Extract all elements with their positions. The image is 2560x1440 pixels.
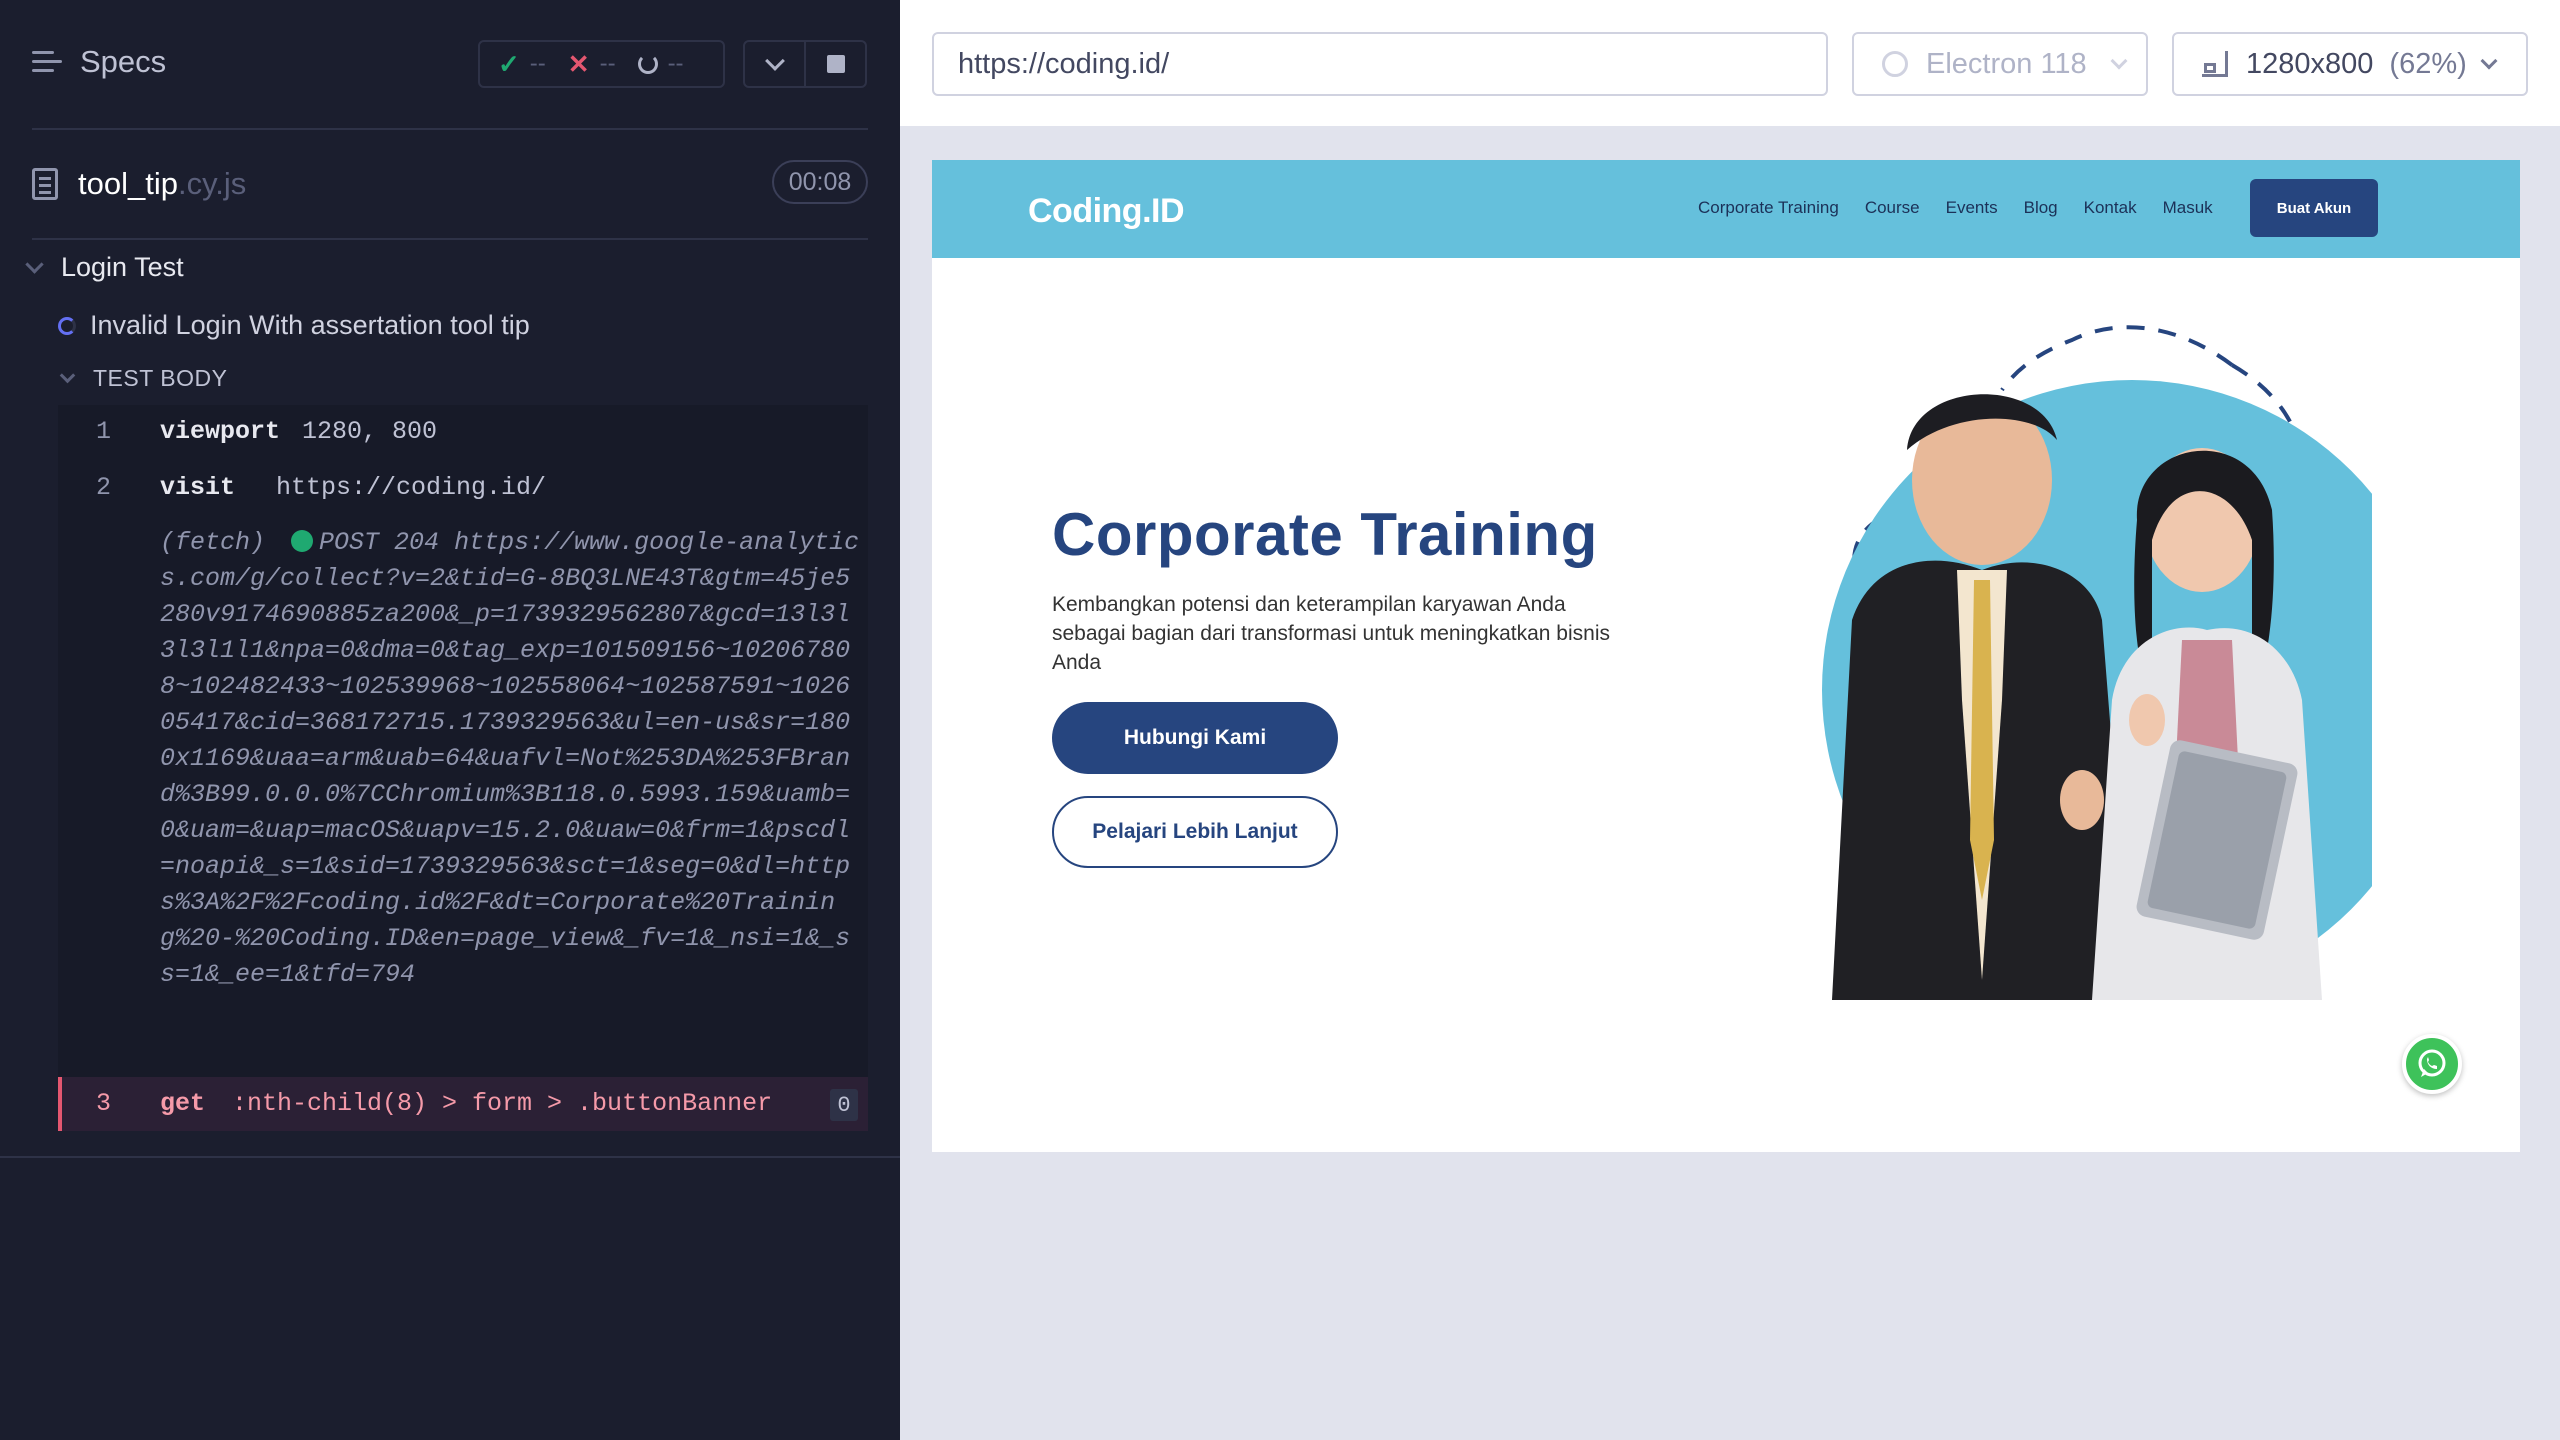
spec-duration: 00:08	[772, 160, 868, 204]
test-stats: ✓ -- ✕ -- --	[478, 40, 725, 88]
command-row[interactable]: 2 visit https://coding.id/	[58, 473, 868, 509]
chevron-down-icon	[59, 367, 76, 384]
stop-button[interactable]	[804, 42, 865, 86]
electron-icon	[1882, 51, 1908, 77]
test-body-toggle[interactable]: TEST BODY	[59, 365, 228, 392]
site-menu: Corporate Training Course Events Blog Ko…	[1698, 198, 2213, 218]
whatsapp-button[interactable]	[2402, 1034, 2462, 1094]
command-name: viewport	[160, 417, 281, 446]
command-arg: :nth-child(8) > form > .buttonBanner	[232, 1089, 773, 1118]
viewport-scale: (62%)	[2389, 47, 2467, 80]
site-logo[interactable]: Coding.ID	[1028, 192, 1185, 231]
viewport-icon	[2200, 49, 2230, 79]
command-log: 1 viewport 1280, 800 2 visit https://cod…	[58, 405, 868, 1131]
test-title-row[interactable]: Invalid Login With assertation tool tip	[58, 310, 530, 341]
passed-stat: ✓ --	[498, 48, 546, 79]
browser-label: Electron 118	[1926, 47, 2087, 80]
spinner-icon	[637, 54, 658, 74]
test-body-label: TEST BODY	[93, 365, 228, 391]
aut-toolbar: https://coding.id/ Electron 118 1280x800…	[900, 0, 2560, 128]
test-title: Invalid Login With assertation tool tip	[90, 310, 530, 340]
suite-title: Login Test	[61, 252, 184, 282]
file-icon	[32, 168, 58, 200]
command-row-active[interactable]: 3 get :nth-child(8) > form > .buttonBann…	[58, 1077, 868, 1131]
menu-item-masuk[interactable]: Masuk	[2163, 198, 2213, 218]
chevron-down-icon	[2110, 52, 2128, 70]
chevron-down-icon	[2480, 52, 2498, 70]
specs-icon	[32, 49, 62, 75]
fetch-log-entry[interactable]: (fetch) POST 204 https://www.google-analy…	[160, 525, 860, 993]
chevron-down-icon	[25, 255, 44, 274]
cypress-reporter: Specs ✓ -- ✕ -- -- tool_tip .cy.js 00:08 L…	[0, 0, 900, 1440]
run-controls	[743, 40, 867, 88]
fetch-url: https://www.google-analytics.com/g/colle…	[160, 528, 860, 989]
menu-item-events[interactable]: Events	[1946, 198, 1998, 218]
element-count-badge: 0	[830, 1089, 858, 1121]
spinner-icon	[58, 316, 76, 335]
fetch-method: POST 204	[319, 528, 440, 557]
viewport-selector[interactable]: 1280x800 (62%)	[2172, 32, 2528, 96]
command-name: get	[160, 1089, 206, 1118]
divider	[32, 238, 868, 240]
fetch-label: (fetch)	[160, 528, 266, 557]
spec-name: tool_tip	[78, 166, 178, 201]
menu-item-blog[interactable]: Blog	[2024, 198, 2058, 218]
command-name: visit	[160, 473, 236, 502]
suite-header[interactable]: Login Test	[25, 252, 184, 283]
command-arg: 1280, 800	[302, 417, 438, 446]
viewport-size: 1280x800	[2246, 47, 2374, 80]
aut-iframe: Coding.ID Corporate Training Course Even…	[932, 160, 2520, 1152]
spec-extension: .cy.js	[177, 166, 247, 201]
stop-icon	[826, 55, 845, 73]
contact-button[interactable]: Hubungi Kami	[1052, 702, 1338, 774]
x-icon: ✕	[567, 48, 590, 79]
divider	[0, 1156, 900, 1158]
command-arg: https://coding.id/	[276, 473, 547, 502]
url-bar[interactable]: https://coding.id/	[932, 32, 1828, 96]
specs-label: Specs	[80, 44, 167, 79]
divider	[32, 128, 868, 130]
browser-selector[interactable]: Electron 118	[1852, 32, 2148, 96]
specs-button[interactable]: Specs	[32, 44, 166, 80]
chevron-down-icon	[764, 51, 785, 71]
menu-item-course[interactable]: Course	[1865, 198, 1920, 218]
hero-description: Kembangkan potensi dan keterampilan kary…	[1052, 593, 1610, 674]
collapse-button[interactable]	[745, 42, 804, 86]
reporter-header: Specs ✓ -- ✕ -- --	[0, 0, 900, 130]
check-icon: ✓	[498, 48, 520, 79]
failed-stat: ✕ --	[567, 48, 616, 79]
site-navbar: Coding.ID Corporate Training Course Even…	[932, 160, 2520, 258]
hero-title: Corporate Training	[1052, 501, 1598, 568]
spec-file-row[interactable]: tool_tip .cy.js 00:08	[32, 160, 868, 208]
whatsapp-icon	[2418, 1049, 2446, 1077]
status-dot-icon	[291, 530, 314, 552]
menu-item-kontak[interactable]: Kontak	[2084, 198, 2137, 218]
command-row[interactable]: 1 viewport 1280, 800	[58, 417, 868, 453]
hero-illustration	[1822, 325, 2372, 1000]
learn-more-button[interactable]: Pelajari Lebih Lanjut	[1052, 796, 1338, 868]
signup-button[interactable]: Buat Akun	[2250, 179, 2378, 237]
menu-item-corporate-training[interactable]: Corporate Training	[1698, 198, 1839, 218]
pending-stat: --	[637, 50, 684, 78]
